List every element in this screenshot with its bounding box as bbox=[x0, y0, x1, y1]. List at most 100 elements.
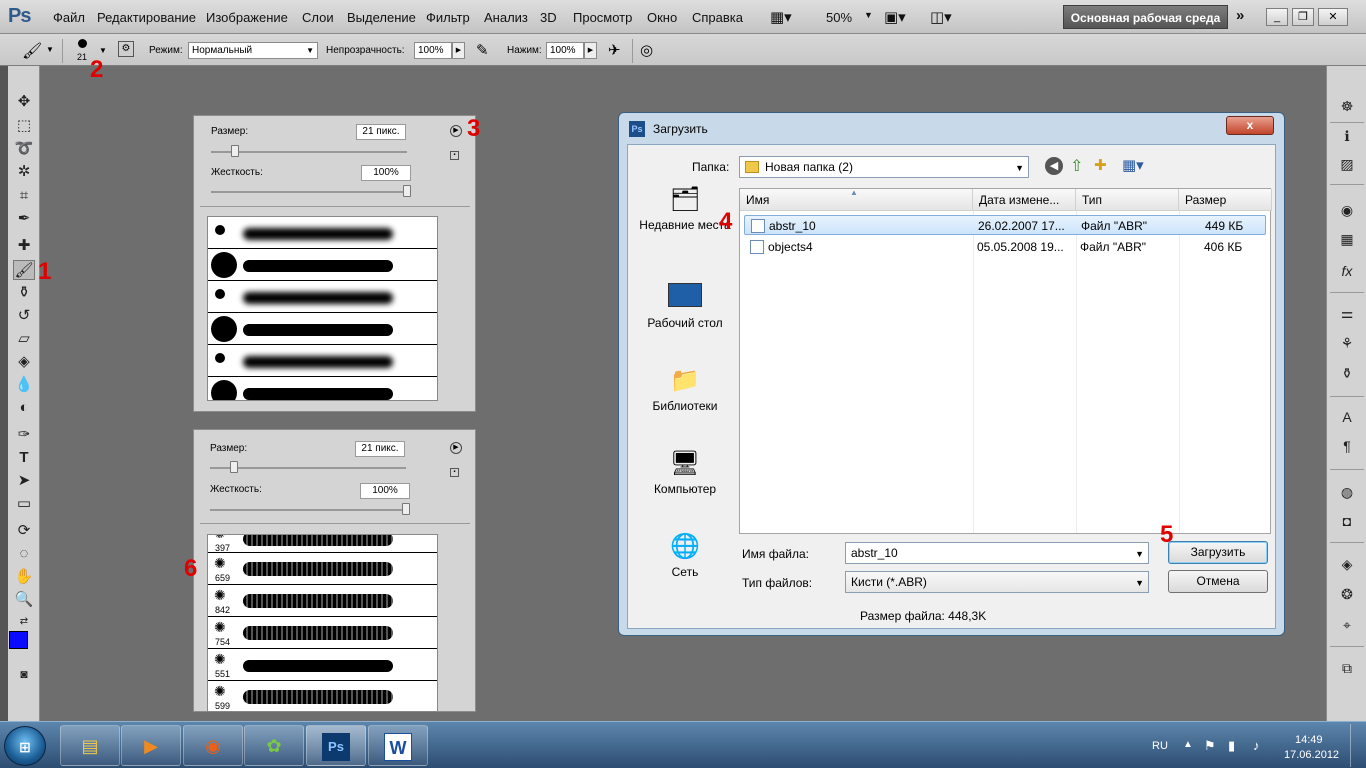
app-taskbar-icon[interactable]: ✿ bbox=[244, 725, 304, 766]
list-item[interactable]: ✺ 659 bbox=[208, 553, 437, 585]
column-date[interactable]: Дата измене... bbox=[973, 189, 1076, 211]
hardness-input[interactable]: 100% bbox=[361, 165, 411, 181]
list-item[interactable] bbox=[208, 313, 437, 345]
menu-3d[interactable]: 3D bbox=[540, 10, 557, 25]
info-icon[interactable]: ℹ bbox=[1336, 126, 1358, 146]
start-button[interactable]: ⊞ bbox=[4, 726, 46, 766]
eyedropper-tool-icon[interactable]: ✒ bbox=[13, 209, 35, 229]
tablet-opacity-icon[interactable]: ✎ bbox=[476, 41, 489, 59]
styles-icon[interactable]: fx bbox=[1336, 261, 1358, 281]
hardness-slider-thumb[interactable] bbox=[403, 185, 411, 197]
table-row[interactable]: abstr_10 26.02.2007 17... Файл "ABR" 449… bbox=[744, 215, 1266, 235]
list-item[interactable] bbox=[208, 345, 437, 377]
marquee-tool-icon[interactable]: ⬚ bbox=[13, 116, 35, 136]
folder-select[interactable]: Новая папка (2) ▼ bbox=[739, 156, 1029, 178]
brush-tool-icon[interactable]: 🖌 bbox=[13, 260, 35, 280]
menu-file[interactable]: Файл bbox=[53, 10, 85, 25]
masks-icon[interactable]: ⚘ bbox=[1336, 333, 1358, 353]
new-preset-icon[interactable]: ▪ bbox=[450, 151, 459, 160]
airbrush-icon[interactable]: ✈ bbox=[608, 41, 621, 59]
list-item[interactable]: ✺397 bbox=[208, 535, 437, 553]
place-network[interactable]: 🌐 Сеть bbox=[637, 532, 733, 580]
cancel-button[interactable]: Отмена bbox=[1168, 570, 1268, 593]
zoom-select[interactable]: 50% bbox=[826, 10, 852, 25]
adjustments-icon[interactable]: ⚌ bbox=[1336, 303, 1358, 323]
back-icon[interactable]: ◀ bbox=[1045, 157, 1063, 175]
menu-analysis[interactable]: Анализ bbox=[484, 10, 528, 25]
channels-icon[interactable]: ❂ bbox=[1336, 584, 1358, 604]
list-item[interactable] bbox=[208, 249, 437, 281]
hardness-slider[interactable] bbox=[210, 509, 406, 511]
3d-orbit-tool-icon[interactable]: ◌ bbox=[13, 544, 35, 564]
load-button[interactable]: Загрузить bbox=[1168, 541, 1268, 564]
view-menu-icon[interactable]: ▦▾ bbox=[1122, 156, 1144, 174]
crop-tool-icon[interactable]: ⌗ bbox=[13, 186, 35, 206]
restore-icon[interactable]: ❐ bbox=[1292, 8, 1314, 26]
type-tool-icon[interactable]: T bbox=[13, 448, 35, 468]
language-indicator[interactable]: RU bbox=[1152, 740, 1168, 752]
menu-image[interactable]: Изображение bbox=[206, 10, 288, 25]
size-slider[interactable] bbox=[211, 151, 407, 153]
new-folder-icon[interactable]: ✚ bbox=[1094, 156, 1107, 174]
magic-wand-tool-icon[interactable]: ✲ bbox=[13, 162, 35, 182]
eraser-tool-icon[interactable]: ▱ bbox=[13, 329, 35, 349]
menu-window[interactable]: Окно bbox=[647, 10, 677, 25]
history-icon[interactable]: ⧉ bbox=[1336, 658, 1358, 678]
menu-layers[interactable]: Слои bbox=[302, 10, 334, 25]
brush-preview-icon[interactable] bbox=[78, 39, 87, 48]
size-input[interactable]: 21 пикс. bbox=[356, 124, 406, 140]
list-item[interactable]: ✺ 754 bbox=[208, 617, 437, 649]
lasso-tool-icon[interactable]: ➰ bbox=[13, 139, 35, 159]
move-tool-icon[interactable]: ✥ bbox=[13, 92, 35, 112]
tray-expand-icon[interactable]: ▲ bbox=[1183, 739, 1193, 750]
clock-time[interactable]: 14:49 bbox=[1295, 734, 1323, 746]
show-desktop-button[interactable] bbox=[1350, 724, 1364, 767]
menu-edit[interactable]: Редактирование bbox=[97, 10, 196, 25]
color-icon[interactable]: ◉ bbox=[1336, 200, 1358, 220]
pen-tool-icon[interactable]: ✑ bbox=[13, 425, 35, 445]
quick-mask-icon[interactable]: ◙ bbox=[13, 664, 35, 684]
list-item[interactable] bbox=[208, 377, 437, 400]
3d-rotate-tool-icon[interactable]: ⟳ bbox=[13, 521, 35, 541]
close-icon[interactable]: ✕ bbox=[1318, 8, 1348, 26]
size-slider-thumb[interactable] bbox=[230, 145, 239, 157]
menu-filter[interactable]: Фильтр bbox=[426, 10, 470, 25]
foreground-color[interactable] bbox=[9, 631, 28, 649]
size-slider[interactable] bbox=[210, 467, 406, 469]
menu-view[interactable]: Просмотр bbox=[573, 10, 632, 25]
navigator-icon[interactable]: ☸ bbox=[1336, 96, 1358, 116]
list-item[interactable] bbox=[208, 217, 437, 249]
column-size[interactable]: Размер bbox=[1179, 189, 1272, 211]
minimize-icon[interactable]: _ bbox=[1266, 8, 1288, 26]
volume-icon[interactable]: ♪ bbox=[1253, 738, 1260, 753]
brush-tool-icon[interactable]: 🖌 bbox=[22, 41, 42, 61]
panel-menu-icon[interactable]: ▶ bbox=[450, 125, 462, 137]
size-input[interactable]: 21 пикс. bbox=[355, 441, 405, 457]
dodge-tool-icon[interactable]: ◐ bbox=[13, 398, 35, 418]
brush-picker-dropdown-icon[interactable]: ▼ bbox=[99, 46, 107, 55]
hand-tool-icon[interactable]: ✋ bbox=[13, 567, 35, 587]
clone-source-icon[interactable]: ⚱ bbox=[1336, 363, 1358, 383]
hardness-input[interactable]: 100% bbox=[360, 483, 410, 499]
media-player-taskbar-icon[interactable]: ▶ bbox=[121, 725, 181, 766]
tool-presets-icon[interactable]: ◘ bbox=[1336, 511, 1358, 531]
dialog-close-button[interactable]: x bbox=[1226, 116, 1274, 135]
column-name[interactable]: Имя ▲ bbox=[740, 188, 973, 211]
list-item[interactable]: ✺ 599 bbox=[208, 681, 437, 711]
tool-preset-dropdown-icon[interactable]: ▼ bbox=[46, 45, 54, 54]
flow-slider-icon[interactable]: ▶ bbox=[584, 42, 597, 59]
list-item[interactable]: ✺ 842 bbox=[208, 585, 437, 617]
filetype-select[interactable]: Кисти (*.ABR) ▼ bbox=[845, 571, 1149, 593]
action-center-icon[interactable]: ⚑ bbox=[1204, 738, 1216, 754]
character-icon[interactable]: A bbox=[1336, 407, 1358, 427]
swatches-icon[interactable]: ▦ bbox=[1336, 229, 1358, 249]
brush-presets-icon[interactable]: ◍ bbox=[1336, 482, 1358, 502]
brush-preset-list[interactable] bbox=[207, 216, 438, 401]
up-folder-icon[interactable]: ⇧ bbox=[1070, 156, 1083, 176]
hardness-slider[interactable] bbox=[211, 191, 407, 193]
file-list[interactable]: Имя ▲ Дата измене... Тип Размер abstr_10 … bbox=[739, 188, 1272, 534]
table-row[interactable]: objects4 05.05.2008 19... Файл "ABR" 406… bbox=[744, 237, 1266, 257]
place-desktop[interactable]: Рабочий стол bbox=[637, 283, 733, 331]
histogram-icon[interactable]: ▨ bbox=[1336, 154, 1358, 174]
hardness-slider-thumb[interactable] bbox=[402, 503, 410, 515]
